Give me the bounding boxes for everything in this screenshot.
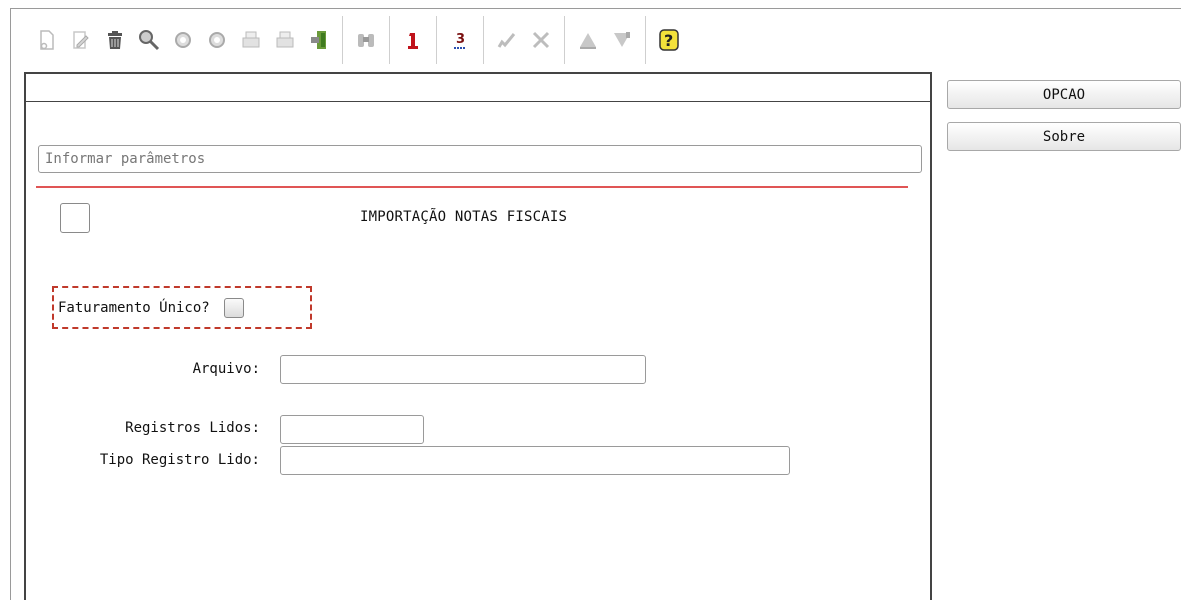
- last-record-button[interactable]: [605, 23, 639, 57]
- help-icon: ?: [659, 29, 679, 51]
- first-record-icon: [580, 33, 596, 49]
- logo-placeholder-box[interactable]: [60, 203, 90, 233]
- previous-icon: [175, 32, 191, 48]
- exit-button[interactable]: [302, 23, 336, 57]
- search-icon: [139, 30, 160, 51]
- registros-lidos-field[interactable]: [280, 415, 424, 444]
- faturamento-label: Faturamento Único?: [58, 299, 210, 316]
- confirm-button[interactable]: [490, 23, 524, 57]
- binoculars-icon: [358, 34, 374, 47]
- tipo-registro-field[interactable]: [280, 446, 790, 475]
- first-record-button[interactable]: [571, 23, 605, 57]
- search-button[interactable]: [132, 23, 166, 57]
- sobre-button[interactable]: Sobre: [947, 122, 1181, 151]
- print-preview-button[interactable]: [268, 23, 302, 57]
- toolbar-group-browse: [343, 16, 390, 64]
- print-button[interactable]: [234, 23, 268, 57]
- numbering-button[interactable]: 3: [443, 23, 477, 57]
- help-button[interactable]: ?: [652, 23, 686, 57]
- edit-icon: [73, 31, 89, 49]
- binoculars-button[interactable]: [349, 23, 383, 57]
- toolbar-group-help: ?: [646, 16, 692, 64]
- cancel-button[interactable]: [524, 23, 558, 57]
- arquivo-field[interactable]: [280, 355, 646, 384]
- toolbar: 3 ?: [24, 8, 936, 72]
- faturamento-highlight: Faturamento Único?: [52, 286, 312, 329]
- arquivo-label: Arquivo:: [192, 361, 260, 377]
- edit-button[interactable]: [64, 23, 98, 57]
- toolbar-group-edit: [24, 16, 343, 64]
- new-document-button[interactable]: [30, 23, 64, 57]
- faturamento-checkbox[interactable]: [223, 297, 244, 318]
- previous-button[interactable]: [166, 23, 200, 57]
- print-preview-icon: [276, 31, 294, 48]
- numbering-icon: 3: [454, 32, 466, 49]
- page-title: IMPORTAÇÃO NOTAS FISCAIS: [360, 209, 568, 225]
- info-icon: [408, 33, 418, 49]
- toolbar-group-info: [390, 16, 437, 64]
- parameters-input[interactable]: [38, 145, 922, 173]
- registros-lidos-label: Registros Lidos:: [125, 420, 260, 436]
- next-button[interactable]: [200, 23, 234, 57]
- opcao-button[interactable]: OPCAO: [947, 80, 1181, 109]
- new-document-icon: [40, 30, 54, 50]
- toolbar-group-nav: [565, 16, 646, 64]
- form-header-strip: [26, 74, 930, 102]
- cancel-icon: [532, 31, 550, 49]
- last-record-icon: [614, 32, 630, 47]
- toolbar-group-actions: [484, 16, 565, 64]
- delete-button[interactable]: [98, 23, 132, 57]
- svg-text:3: 3: [456, 32, 465, 47]
- next-icon: [209, 32, 225, 48]
- info-button[interactable]: [396, 23, 430, 57]
- svg-text:?: ?: [664, 31, 673, 50]
- print-icon: [242, 31, 260, 48]
- tipo-registro-label: Tipo Registro Lido:: [99, 452, 260, 468]
- toolbar-group-numbering: 3: [437, 16, 484, 64]
- confirm-icon: [497, 33, 516, 48]
- exit-icon: [311, 31, 326, 49]
- red-divider: [36, 186, 908, 188]
- form-frame: IMPORTAÇÃO NOTAS FISCAIS Faturamento Úni…: [24, 72, 932, 600]
- trash-icon: [108, 31, 122, 49]
